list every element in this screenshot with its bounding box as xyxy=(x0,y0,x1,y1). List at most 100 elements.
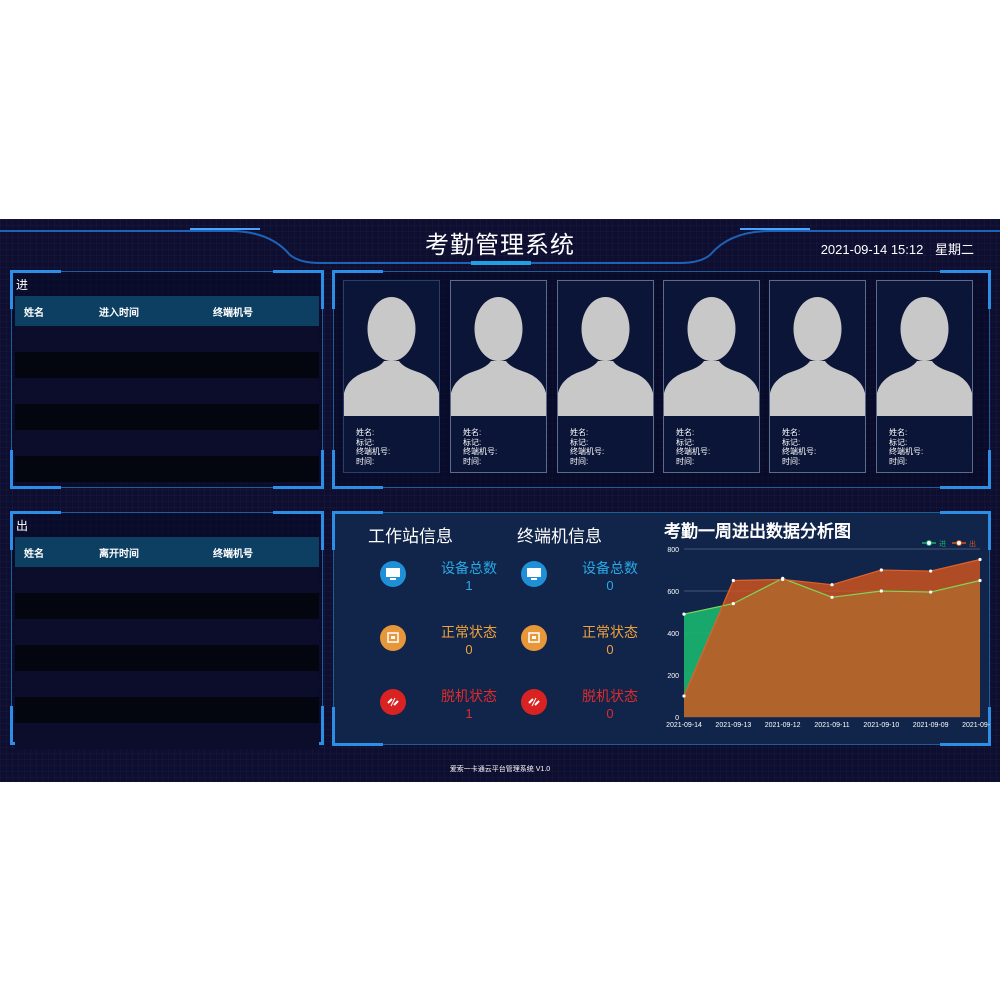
term-normal-value: 0 xyxy=(606,642,614,657)
col-entry-time[interactable]: 进入时间 xyxy=(99,304,139,319)
devices-icon xyxy=(521,625,547,651)
weekday-text: 星期二 xyxy=(934,242,974,257)
data-point xyxy=(830,595,834,599)
person-card[interactable]: 姓名: 标记: 终端机号: 时间: xyxy=(876,280,973,473)
card-info: 姓名: 标记: 终端机号: 时间: xyxy=(889,428,923,466)
col-name[interactable]: 姓名 xyxy=(24,304,44,319)
col-terminal[interactable]: 终端机号 xyxy=(213,304,253,319)
ws-total-label: 设备总数 xyxy=(441,560,497,576)
y-tick-label: 0 xyxy=(675,715,679,722)
monitor-icon xyxy=(521,561,547,587)
term-offline-label: 脱机状态 xyxy=(582,688,638,704)
table-row xyxy=(15,619,319,645)
x-tick-label: 2021-09-09 xyxy=(913,722,949,729)
x-tick-label: 2021-09-14 xyxy=(666,722,702,729)
table-row xyxy=(15,326,319,352)
entry-table: 姓名 进入时间 终端机号 xyxy=(15,296,319,482)
avatar-placeholder-icon xyxy=(344,281,439,416)
workstation-title: 工作站信息 xyxy=(368,527,453,546)
exit-panel: 出 姓名 离开时间 终端机号 xyxy=(10,511,324,749)
card-terminal-label: 终端机号: xyxy=(782,447,817,456)
card-time-label: 时间: xyxy=(356,456,375,466)
person-card[interactable]: 姓名: 标记: 终端机号: 时间: xyxy=(663,280,760,473)
card-terminal-label: 终端机号: xyxy=(676,447,711,456)
card-tag-label: 标记: xyxy=(463,437,482,447)
card-tag-label: 标记: xyxy=(570,437,589,447)
exit-table: 姓名 离开时间 终端机号 xyxy=(15,537,319,749)
card-tag-label: 标记: xyxy=(782,437,801,447)
card-terminal-label: 终端机号: xyxy=(889,447,924,456)
table-row xyxy=(15,378,319,404)
ws-total-value: 1 xyxy=(465,578,473,593)
card-name-label: 姓名: xyxy=(889,428,908,437)
card-info: 姓名: 标记: 终端机号: 时间: xyxy=(782,428,816,466)
card-tag-label: 标记: xyxy=(356,437,375,447)
col-name[interactable]: 姓名 xyxy=(24,545,44,560)
card-time-label: 时间: xyxy=(463,456,482,466)
card-tag-label: 标记: xyxy=(889,437,908,447)
card-info: 姓名: 标记: 终端机号: 时间: xyxy=(676,428,710,466)
data-point xyxy=(929,590,933,594)
attendance-chart: 0 200 400 600 800 2021-09-14 2021-09-13 2021-09… xyxy=(666,539,990,729)
y-tick-label: 600 xyxy=(667,589,679,596)
card-time-label: 时间: xyxy=(676,456,695,466)
exit-panel-label: 出 xyxy=(16,519,29,533)
broken-link-icon xyxy=(521,689,547,715)
person-card[interactable]: 姓名: 标记: 终端机号: 时间: xyxy=(450,280,547,473)
legend-marker xyxy=(926,540,932,546)
x-tick-label: 2021-09-08 xyxy=(962,722,990,729)
card-name-label: 姓名: xyxy=(463,428,482,437)
x-tick-label: 2021-09-13 xyxy=(715,722,751,729)
title-underline xyxy=(471,261,531,265)
person-card[interactable]: 姓名: 标记: 终端机号: 时间: xyxy=(557,280,654,473)
ws-normal-label: 正常状态 xyxy=(441,624,497,640)
card-time-label: 时间: xyxy=(889,456,908,466)
data-point xyxy=(830,583,834,587)
legend-label: 出 xyxy=(969,539,976,548)
ws-offline-label: 脱机状态 xyxy=(441,688,497,704)
x-tick-label: 2021-09-12 xyxy=(765,722,801,729)
card-info: 姓名: 标记: 终端机号: 时间: xyxy=(356,428,390,466)
legend-label: 进 xyxy=(939,540,946,548)
term-offline-value: 0 xyxy=(606,706,614,721)
table-row xyxy=(15,404,319,430)
y-tick-label: 800 xyxy=(667,547,679,554)
ws-offline-value: 1 xyxy=(465,706,473,721)
card-time-label: 时间: xyxy=(782,456,801,466)
col-terminal[interactable]: 终端机号 xyxy=(213,545,253,560)
table-row xyxy=(15,567,319,593)
card-name-label: 姓名: xyxy=(782,428,801,437)
data-point xyxy=(879,589,883,593)
card-terminal-label: 终端机号: xyxy=(570,447,605,456)
card-info: 姓名: 标记: 终端机号: 时间: xyxy=(570,428,604,466)
entry-table-header: 姓名 进入时间 终端机号 xyxy=(15,296,319,326)
datetime-text: 2021-09-14 15:12 xyxy=(820,242,924,257)
table-row xyxy=(15,456,319,482)
exit-table-header: 姓名 离开时间 终端机号 xyxy=(15,537,319,567)
term-normal-label: 正常状态 xyxy=(582,624,638,640)
data-point xyxy=(978,557,982,562)
table-row xyxy=(15,697,319,723)
avatar-placeholder-icon xyxy=(877,281,972,416)
avatar-placeholder-icon xyxy=(451,281,546,416)
term-total-label: 设备总数 xyxy=(582,560,638,576)
table-row xyxy=(15,593,319,619)
data-point xyxy=(929,569,933,573)
table-row xyxy=(15,645,319,671)
legend-marker xyxy=(956,540,962,546)
terminal-title: 终端机信息 xyxy=(517,527,602,546)
avatar-placeholder-icon xyxy=(770,281,865,416)
person-card[interactable]: 姓名: 标记: 终端机号: 时间: xyxy=(343,280,440,473)
data-point xyxy=(978,578,982,583)
data-point xyxy=(731,578,735,583)
table-row xyxy=(15,352,319,378)
entry-panel: 进 姓名 进入时间 终端机号 xyxy=(10,270,324,489)
dashboard-screen: 考勤管理系统 2021-09-14 15:12 星期二 进 姓名 进入时间 终端… xyxy=(0,219,1000,782)
y-tick-label: 200 xyxy=(667,673,679,680)
col-exit-time[interactable]: 离开时间 xyxy=(99,545,139,560)
card-time-label: 时间: xyxy=(570,456,589,466)
data-point xyxy=(879,568,883,572)
card-tag-label: 标记: xyxy=(676,437,695,447)
person-card[interactable]: 姓名: 标记: 终端机号: 时间: xyxy=(769,280,866,473)
x-tick-label: 2021-09-11 xyxy=(814,722,849,729)
